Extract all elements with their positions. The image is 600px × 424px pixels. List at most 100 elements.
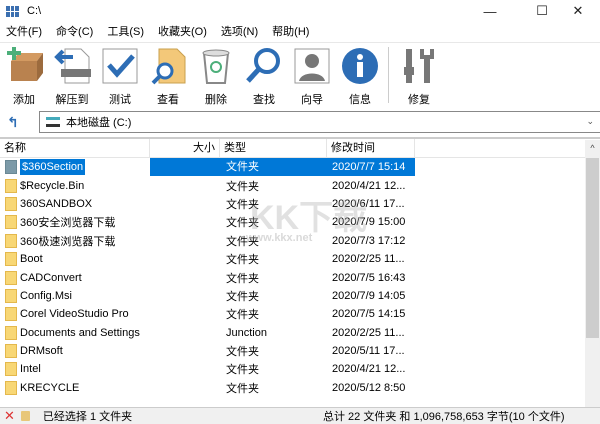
type-cell: 文件夹 <box>226 235 259 248</box>
scroll-up-icon[interactable]: ^ <box>585 140 600 156</box>
toolbar-button-view[interactable]: 查看 <box>144 43 192 109</box>
toolbar-button-info[interactable]: 信息 <box>336 43 384 109</box>
file-row[interactable]: CADConvert 文件夹 2020/7/5 16:43 <box>0 268 600 286</box>
type-cell: 文件夹 <box>226 290 259 303</box>
modified-cell: 2020/7/5 14:15 <box>332 308 406 321</box>
name-cell: $360Section <box>0 158 150 177</box>
wizard-icon <box>294 48 330 84</box>
modified-cell: 2020/7/3 17:12 <box>332 234 406 247</box>
vertical-scrollbar[interactable]: ^ <box>585 140 600 407</box>
folder-icon <box>5 178 17 193</box>
name-cell: 360安全浏览器下载 <box>0 214 150 230</box>
menu-item[interactable]: 选项(N) <box>214 24 265 40</box>
file-list: 名称 大小 类型 修改时间 $360Section 文件夹 2020/7/7 15:… <box>0 137 600 407</box>
toolbar-label: 查找 <box>253 94 275 106</box>
folder-icon <box>5 196 17 211</box>
type-cell: Junction <box>226 326 267 339</box>
close-x-icon[interactable]: ✕ <box>4 408 15 424</box>
modified-cell: 2020/4/21 12... <box>332 179 406 192</box>
scrollbar-thumb[interactable] <box>586 158 599 338</box>
column-header-type[interactable]: 类型 <box>220 139 327 157</box>
minimize-button[interactable]: — <box>468 0 512 22</box>
lock-icon[interactable] <box>20 411 30 421</box>
menu-item[interactable]: 命令(C) <box>49 24 100 40</box>
file-row[interactable]: Documents and Settings Junction 2020/2/25 … <box>0 324 600 342</box>
folder-icon <box>5 233 17 248</box>
folder-icon <box>5 307 17 322</box>
folder-icon <box>5 380 17 395</box>
type-cell: 文件夹 <box>226 272 259 285</box>
column-header-modified[interactable]: 修改时间 <box>327 139 415 157</box>
up-folder-button[interactable]: ↰ <box>7 114 19 131</box>
toolbar-button-find[interactable]: 查找 <box>240 43 288 109</box>
toolbar-button-add[interactable]: 添加 <box>0 43 48 109</box>
toolbar-label: 向导 <box>301 94 323 106</box>
file-row[interactable]: Boot 文件夹 2020/2/25 11... <box>0 250 600 268</box>
column-header-name[interactable]: 名称 <box>0 139 150 157</box>
file-row[interactable]: $360Section 文件夹 2020/7/7 15:14 <box>0 158 600 177</box>
chevron-down-icon[interactable]: ⌄ <box>586 116 594 127</box>
modified-cell: 2020/5/12 8:50 <box>332 381 406 394</box>
add-icon <box>7 47 43 81</box>
file-name: 360安全浏览器下载 <box>20 217 116 230</box>
name-cell: DRMsoft <box>0 344 150 359</box>
file-name: $360Section <box>18 158 87 177</box>
folder-icon <box>5 344 17 359</box>
file-row[interactable]: 360极速浏览器下载 文件夹 2020/7/3 17:12 <box>0 232 600 250</box>
close-button[interactable]: ✕ <box>556 0 600 22</box>
file-row[interactable]: Corel VideoStudio Pro 文件夹 2020/7/5 14:15 <box>0 305 600 323</box>
menu-item[interactable]: 收藏夹(O) <box>151 24 214 40</box>
file-name: 360极速浏览器下载 <box>20 235 116 248</box>
name-cell: Intel <box>0 362 150 377</box>
toolbar-button-test[interactable]: 测试 <box>96 43 144 109</box>
modified-cell: 2020/5/11 17... <box>332 345 405 358</box>
name-cell: Boot <box>0 252 150 267</box>
menu-item[interactable]: 帮助(H) <box>265 24 316 40</box>
toolbar-label: 查看 <box>157 94 179 106</box>
folder-icon <box>5 160 17 175</box>
folder-icon <box>5 325 17 340</box>
winrar-app-icon <box>6 5 19 17</box>
path-dropdown[interactable]: 本地磁盘 (C:) ⌄ <box>39 111 600 133</box>
toolbar-button-extract[interactable]: 解压到 <box>48 43 96 109</box>
menu-item[interactable]: 文件(F) <box>0 24 49 40</box>
type-cell: 文件夹 <box>226 198 259 211</box>
folder-icon <box>5 270 17 285</box>
folder-icon <box>5 215 17 230</box>
toolbar-label: 测试 <box>109 94 131 106</box>
toolbar-label: 修复 <box>408 94 430 106</box>
extract-icon <box>54 48 91 84</box>
column-header-size[interactable]: 大小 <box>150 139 220 157</box>
file-row[interactable]: DRMsoft 文件夹 2020/5/11 17... <box>0 342 600 360</box>
drive-icon <box>46 117 60 127</box>
modified-cell: 2020/6/11 17... <box>332 197 405 210</box>
file-name: Corel VideoStudio Pro <box>20 308 129 321</box>
file-name: Config.Msi <box>20 289 72 302</box>
file-row[interactable]: 360SANDBOX 文件夹 2020/6/11 17... <box>0 195 600 213</box>
modified-cell: 2020/7/5 16:43 <box>332 271 406 284</box>
file-name: CADConvert <box>20 271 82 284</box>
toolbar-button-wizard[interactable]: 向导 <box>288 43 336 109</box>
name-cell: Config.Msi <box>0 288 150 303</box>
file-row[interactable]: Config.Msi 文件夹 2020/7/9 14:05 <box>0 287 600 305</box>
file-row[interactable]: 360安全浏览器下载 文件夹 2020/7/9 15:00 <box>0 213 600 231</box>
address-bar: ↰ 本地磁盘 (C:) ⌄ <box>0 111 600 134</box>
find-icon <box>246 48 280 83</box>
menu-item[interactable]: 工具(S) <box>100 24 151 40</box>
folder-icon <box>5 362 17 377</box>
info-icon <box>342 48 378 84</box>
name-cell: 360SANDBOX <box>0 196 150 211</box>
view-icon <box>151 48 186 85</box>
delete-icon <box>202 49 230 84</box>
file-name: Documents and Settings <box>20 326 140 339</box>
toolbar-button-repair[interactable]: 修复 <box>395 43 443 109</box>
modified-cell: 2020/7/9 15:00 <box>332 216 406 229</box>
file-row[interactable]: KRECYCLE 文件夹 2020/5/12 8:50 <box>0 379 600 397</box>
toolbar-button-delete[interactable]: 删除 <box>192 43 240 109</box>
status-total: 总计 22 文件夹 和 1,096,758,653 字节(10 个文件) <box>323 411 565 423</box>
file-name: 360SANDBOX <box>20 197 93 210</box>
type-cell: 文件夹 <box>226 180 259 193</box>
file-row[interactable]: $Recycle.Bin 文件夹 2020/4/21 12... <box>0 176 600 194</box>
file-row[interactable]: Intel 文件夹 2020/4/21 12... <box>0 360 600 378</box>
file-name: $Recycle.Bin <box>20 179 85 192</box>
